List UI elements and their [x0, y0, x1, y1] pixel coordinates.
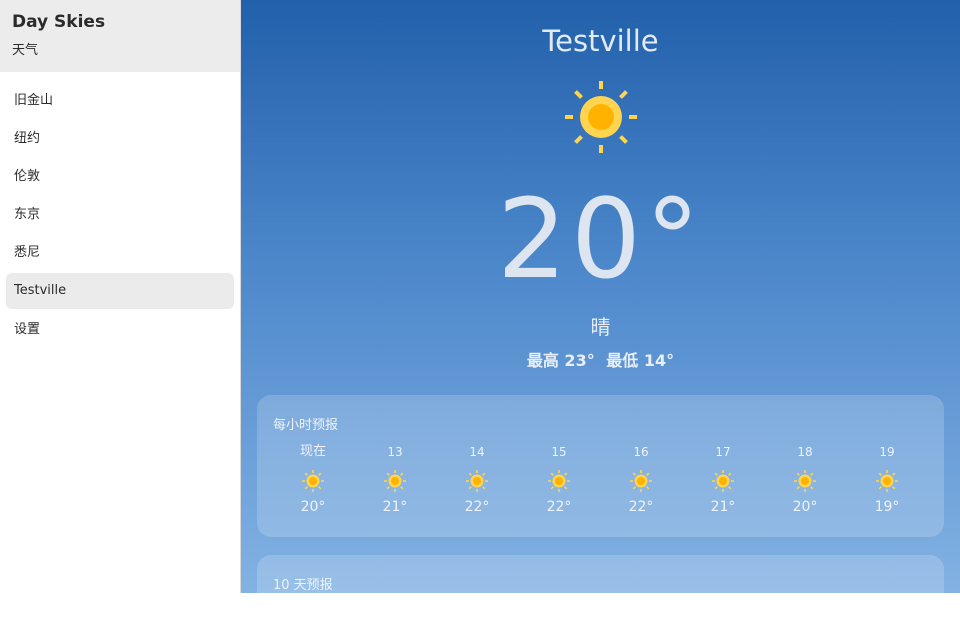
hour-label: 14 [469, 445, 485, 459]
hour-temp: 22° [628, 499, 654, 515]
city-list: 旧金山 纽约 伦敦 东京 悉尼 Testville 设置 [0, 82, 240, 349]
sun-icon [565, 81, 637, 153]
hour-label: 现在 [299, 444, 326, 459]
sun-icon [354, 469, 436, 493]
sidebar-item-tokyo[interactable]: 东京 [6, 196, 234, 234]
hour-label: 13 [387, 445, 403, 459]
hour-item: 19 19° [846, 443, 928, 515]
sidebar: Day Skies 天气 旧金山 纽约 伦敦 东京 悉尼 Testville 设… [0, 0, 241, 593]
hour-temp: 20° [300, 499, 326, 515]
sun-icon [272, 469, 354, 493]
hour-item: 14 22° [436, 443, 518, 515]
hour-item: 18 20° [764, 443, 846, 515]
hour-item: 13 21° [354, 443, 436, 515]
city-name: Testville [542, 24, 659, 58]
sidebar-header: Day Skies 天气 [0, 0, 240, 72]
daily-forecast-title: 10 天预报 [273, 578, 333, 593]
hour-label: 17 [715, 445, 731, 459]
current-temperature: 20° [497, 175, 704, 303]
high-low: 最高 23° 最低 14° [241, 347, 960, 371]
sidebar-item-london[interactable]: 伦敦 [6, 158, 234, 196]
hour-label: 18 [797, 445, 813, 459]
sun-icon [764, 469, 846, 493]
sun-icon [682, 469, 764, 493]
hour-label: 15 [551, 445, 567, 459]
hour-item: 16 22° [600, 443, 682, 515]
hour-temp: 21° [710, 499, 736, 515]
app-subtitle: 天气 [12, 43, 39, 58]
hourly-forecast-card: 每小时预报 现在 20° 13 21° 14 22° 15 22° 16 22°… [257, 395, 944, 537]
sidebar-item-testville[interactable]: Testville [6, 273, 234, 309]
sidebar-item-new-york[interactable]: 纽约 [6, 120, 234, 158]
daily-forecast-card: 10 天预报 [257, 555, 944, 635]
sidebar-item-settings[interactable]: 设置 [6, 311, 234, 349]
low-temperature: 最低 14° [606, 351, 675, 370]
high-temperature: 最高 23° [526, 351, 595, 370]
app-title: Day Skies [12, 12, 106, 32]
hour-temp: 21° [382, 499, 408, 515]
sun-icon [600, 469, 682, 493]
hour-label: 16 [633, 445, 649, 459]
sun-icon [846, 469, 928, 493]
hour-temp: 22° [546, 499, 572, 515]
sun-icon [436, 469, 518, 493]
hour-item: 15 22° [518, 443, 600, 515]
sidebar-item-san-francisco[interactable]: 旧金山 [6, 82, 234, 120]
hour-temp: 20° [792, 499, 818, 515]
hour-temp: 22° [464, 499, 490, 515]
sun-icon [518, 469, 600, 493]
current-condition: 晴 [590, 315, 611, 339]
hourly-forecast-title: 每小时预报 [273, 418, 339, 433]
hour-item: 现在 20° [272, 443, 354, 515]
hour-item: 17 21° [682, 443, 764, 515]
hour-temp: 19° [874, 499, 900, 515]
sidebar-item-sydney[interactable]: 悉尼 [6, 234, 234, 272]
hourly-forecast-list: 现在 20° 13 21° 14 22° 15 22° 16 22° 17 21… [272, 443, 928, 533]
hour-label: 19 [879, 445, 895, 459]
weather-main: Testville 20° 晴 最高 23° 最低 14° 每小时预报 现在 2… [241, 0, 960, 635]
